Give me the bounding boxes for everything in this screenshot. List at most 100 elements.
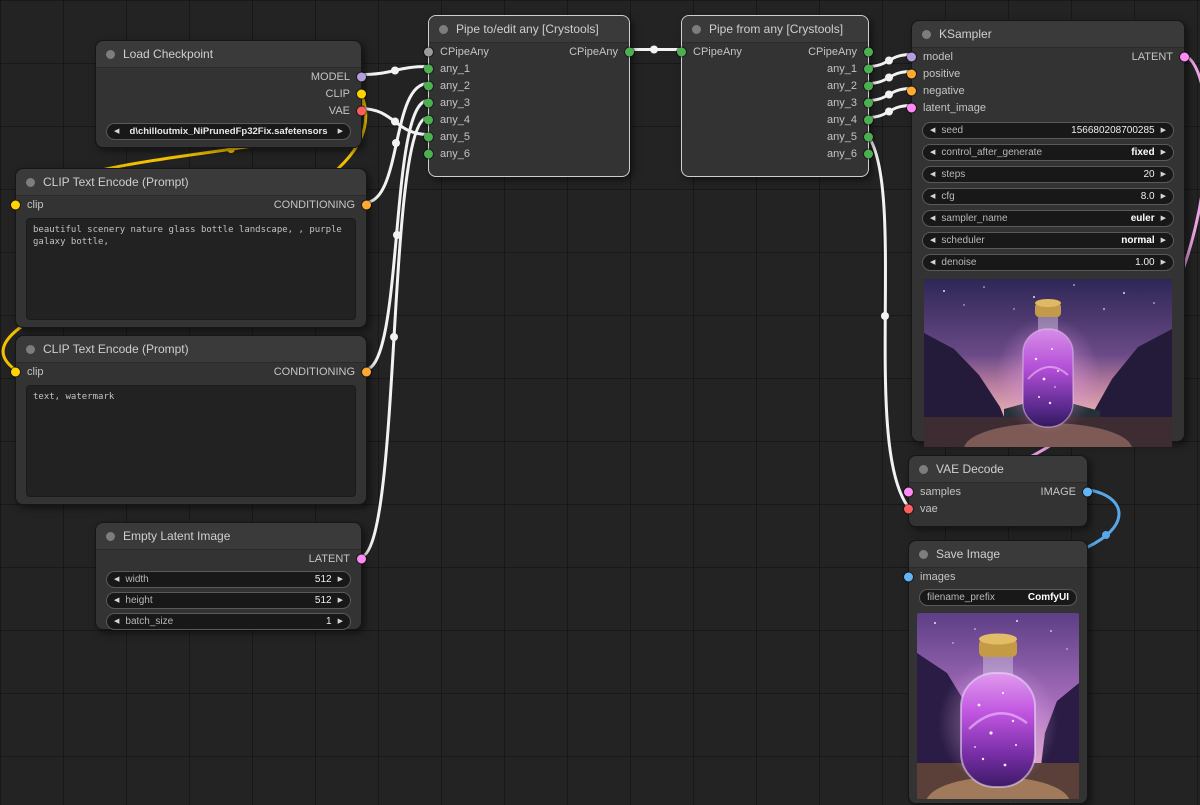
input-port-any1[interactable]	[424, 64, 433, 73]
node-title-bar[interactable]: VAE Decode	[909, 456, 1087, 483]
increment-icon[interactable]	[338, 576, 343, 583]
node-empty-latent-image[interactable]: Empty Latent Image LATENT width 512 heig…	[95, 522, 362, 630]
node-pipe-from-any[interactable]: Pipe from any [Crystools] CPipeAny CPipe…	[681, 15, 869, 177]
output-port-any4[interactable]	[864, 115, 873, 124]
width-widget[interactable]: width 512	[106, 571, 351, 588]
output-port-conditioning[interactable]	[362, 367, 371, 376]
steps-widget[interactable]: steps 20	[922, 166, 1174, 183]
combo-prev-icon[interactable]	[930, 149, 935, 156]
combo-prev-icon[interactable]	[114, 128, 119, 135]
sampler-name-widget[interactable]: sampler_name euler	[922, 210, 1174, 227]
node-graph-canvas[interactable]: Load Checkpoint MODEL CLIP VAE d\chillou…	[0, 0, 1200, 805]
input-port-clip[interactable]	[11, 200, 20, 209]
decrement-icon[interactable]	[930, 193, 935, 200]
input-port-images[interactable]	[904, 572, 913, 581]
input-port-any5[interactable]	[424, 132, 433, 141]
batch-size-widget[interactable]: batch_size 1	[106, 613, 351, 630]
input-port-any6[interactable]	[424, 149, 433, 158]
prompt-textarea[interactable]: text, watermark	[26, 385, 356, 497]
decrement-icon[interactable]	[114, 618, 119, 625]
node-title-bar[interactable]: Empty Latent Image	[96, 523, 361, 550]
output-port-model[interactable]	[357, 72, 366, 81]
increment-icon[interactable]	[1161, 193, 1166, 200]
combo-next-icon[interactable]	[1161, 215, 1166, 222]
prompt-textarea[interactable]: beautiful scenery nature glass bottle la…	[26, 218, 356, 320]
input-port-any3[interactable]	[424, 98, 433, 107]
output-port-conditioning[interactable]	[362, 200, 371, 209]
node-pipe-to-any[interactable]: Pipe to/edit any [Crystools] CPipeAny CP…	[428, 15, 630, 177]
seed-widget[interactable]: seed 156680208700285	[922, 122, 1174, 139]
link-midpoint-dot	[391, 67, 399, 75]
output-port-cpipeany[interactable]	[864, 47, 873, 56]
node-load-checkpoint[interactable]: Load Checkpoint MODEL CLIP VAE d\chillou…	[95, 40, 362, 148]
increment-icon[interactable]	[338, 597, 343, 604]
input-port-any4[interactable]	[424, 115, 433, 124]
node-collapse-dot-icon[interactable]	[26, 345, 35, 354]
height-widget[interactable]: height 512	[106, 592, 351, 609]
increment-icon[interactable]	[1161, 171, 1166, 178]
node-title-bar[interactable]: CLIP Text Encode (Prompt)	[16, 169, 366, 196]
node-collapse-dot-icon[interactable]	[106, 50, 115, 59]
node-collapse-dot-icon[interactable]	[26, 178, 35, 187]
control-after-generate-widget[interactable]: control_after_generate fixed	[922, 144, 1174, 161]
input-port-samples[interactable]	[904, 487, 913, 496]
decrement-icon[interactable]	[930, 259, 935, 266]
node-save-image[interactable]: Save Image images filename_prefix ComfyU…	[908, 540, 1088, 804]
node-vae-decode[interactable]: VAE Decode samples IMAGE vae	[908, 455, 1088, 527]
output-port-any6[interactable]	[864, 149, 873, 158]
widget-value: 8.0	[1141, 191, 1155, 202]
node-title-bar[interactable]: Pipe to/edit any [Crystools]	[429, 16, 629, 43]
input-port-latent-image[interactable]	[907, 103, 916, 112]
node-collapse-dot-icon[interactable]	[919, 465, 928, 474]
output-port-vae[interactable]	[357, 106, 366, 115]
node-collapse-dot-icon[interactable]	[922, 30, 931, 39]
combo-next-icon[interactable]	[338, 128, 343, 135]
output-port-latent[interactable]	[1180, 52, 1189, 61]
input-port-vae[interactable]	[904, 504, 913, 513]
filename-prefix-widget[interactable]: filename_prefix ComfyUI	[919, 589, 1077, 606]
node-clip-text-encode-negative[interactable]: CLIP Text Encode (Prompt) clip CONDITION…	[15, 335, 367, 505]
input-port-cpipeany[interactable]	[424, 47, 433, 56]
combo-prev-icon[interactable]	[930, 215, 935, 222]
node-ksampler[interactable]: KSampler model LATENT positive negative …	[911, 20, 1185, 442]
input-port-negative[interactable]	[907, 86, 916, 95]
node-title-bar[interactable]: Load Checkpoint	[96, 41, 361, 68]
output-port-latent[interactable]	[357, 554, 366, 563]
output-port-any5[interactable]	[864, 132, 873, 141]
scheduler-widget[interactable]: scheduler normal	[922, 232, 1174, 249]
node-title-bar[interactable]: Pipe from any [Crystools]	[682, 16, 868, 43]
decrement-icon[interactable]	[114, 576, 119, 583]
node-collapse-dot-icon[interactable]	[106, 532, 115, 541]
increment-icon[interactable]	[1161, 127, 1166, 134]
slot-label-latent-image: latent_image	[923, 102, 986, 114]
cfg-widget[interactable]: cfg 8.0	[922, 188, 1174, 205]
node-title-bar[interactable]: KSampler	[912, 21, 1184, 48]
decrement-icon[interactable]	[114, 597, 119, 604]
increment-icon[interactable]	[1161, 259, 1166, 266]
input-port-cpipeany[interactable]	[677, 47, 686, 56]
output-port-any3[interactable]	[864, 98, 873, 107]
decrement-icon[interactable]	[930, 127, 935, 134]
decrement-icon[interactable]	[930, 171, 935, 178]
combo-next-icon[interactable]	[1161, 149, 1166, 156]
combo-next-icon[interactable]	[1161, 237, 1166, 244]
node-title-bar[interactable]: CLIP Text Encode (Prompt)	[16, 336, 366, 363]
input-port-clip[interactable]	[11, 367, 20, 376]
input-port-model[interactable]	[907, 52, 916, 61]
ckpt-name-combo[interactable]: d\chilloutmix_NiPrunedFp32Fix.safetensor…	[106, 123, 351, 140]
node-title-bar[interactable]: Save Image	[909, 541, 1087, 568]
combo-prev-icon[interactable]	[930, 237, 935, 244]
node-collapse-dot-icon[interactable]	[439, 25, 448, 34]
input-port-any2[interactable]	[424, 81, 433, 90]
output-port-clip[interactable]	[357, 89, 366, 98]
output-port-any1[interactable]	[864, 64, 873, 73]
output-port-cpipeany[interactable]	[625, 47, 634, 56]
denoise-widget[interactable]: denoise 1.00	[922, 254, 1174, 271]
output-port-image[interactable]	[1083, 487, 1092, 496]
node-collapse-dot-icon[interactable]	[919, 550, 928, 559]
output-port-any2[interactable]	[864, 81, 873, 90]
increment-icon[interactable]	[338, 618, 343, 625]
node-collapse-dot-icon[interactable]	[692, 25, 701, 34]
node-clip-text-encode-positive[interactable]: CLIP Text Encode (Prompt) clip CONDITION…	[15, 168, 367, 328]
input-port-positive[interactable]	[907, 69, 916, 78]
